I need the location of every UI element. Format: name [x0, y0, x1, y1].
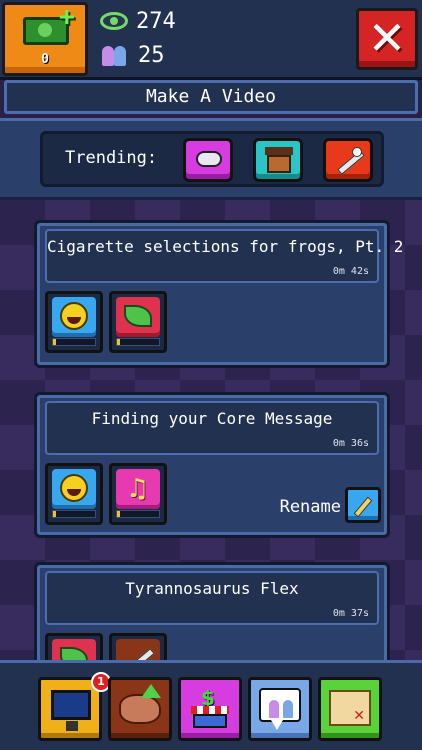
- category-comedy[interactable]: [45, 291, 103, 353]
- video-card[interactable]: Finding your Core Message 0m 36s ♫ Renam…: [34, 392, 390, 538]
- nav-computer-button[interactable]: 1: [38, 672, 111, 741]
- video-title: Finding your Core Message: [91, 409, 333, 428]
- leaf-icon: [124, 305, 152, 327]
- controller-icon: [196, 151, 222, 167]
- laughing-face-icon: [60, 302, 88, 330]
- map-icon: [329, 690, 371, 726]
- bottom-nav: 1 $: [0, 660, 422, 750]
- subscribers-icon: [100, 44, 130, 66]
- page-title: Make A Video: [4, 80, 418, 114]
- video-title: Cigarette selections for frogs, Pt. 2: [47, 237, 404, 256]
- trending-label: Trending:: [65, 148, 158, 168]
- brain-upgrade-icon: [119, 694, 161, 724]
- shop-icon: $: [191, 686, 229, 728]
- close-button[interactable]: ✕: [356, 8, 418, 70]
- money-count: 0: [41, 52, 49, 67]
- category-music[interactable]: ♫: [109, 463, 167, 525]
- house-icon: [265, 147, 293, 173]
- nav-map-button[interactable]: [318, 677, 382, 741]
- money-button[interactable]: + 0: [2, 2, 88, 76]
- top-bar: + 0 274 25 ✕: [0, 0, 422, 80]
- trending-section: Trending:: [0, 118, 422, 200]
- views-stat: 274: [100, 6, 176, 36]
- category-progress: [116, 510, 160, 518]
- trending-box: Trending:: [40, 131, 384, 187]
- subscribers-stat: 25: [100, 40, 165, 70]
- rename-button[interactable]: [345, 487, 381, 523]
- video-title-box[interactable]: Finding your Core Message 0m 36s: [45, 401, 379, 455]
- nav-shop-button[interactable]: $: [178, 677, 242, 741]
- trending-gaming-icon[interactable]: [183, 138, 233, 182]
- subscribers-count: 25: [138, 42, 165, 68]
- video-title: Tyrannosaurus Flex: [125, 579, 299, 598]
- music-note-icon: ♫: [126, 474, 150, 504]
- up-arrow-icon: [141, 684, 161, 698]
- nav-upgrade-button[interactable]: [108, 677, 172, 741]
- category-progress: [52, 338, 96, 346]
- pencil-icon: [353, 496, 373, 518]
- nav-chat-button[interactable]: [248, 677, 312, 741]
- computer-icon: [51, 690, 91, 731]
- video-title-box[interactable]: Cigarette selections for frogs, Pt. 2 0m…: [45, 229, 404, 283]
- close-icon: ✕: [367, 11, 407, 65]
- ball-icon: [352, 147, 362, 157]
- video-duration: 0m 36s: [332, 438, 369, 449]
- category-progress: [52, 510, 96, 518]
- category-comedy[interactable]: [45, 463, 103, 525]
- laughing-face-icon: [60, 474, 88, 502]
- rename-label[interactable]: Rename: [280, 497, 341, 517]
- plus-icon: +: [59, 2, 75, 32]
- category-nature[interactable]: [109, 291, 167, 353]
- trending-house-icon[interactable]: [253, 138, 303, 182]
- trending-sports-icon[interactable]: [323, 138, 373, 182]
- eye-icon: [100, 12, 128, 30]
- video-duration: 0m 42s: [332, 266, 369, 277]
- video-card[interactable]: Cigarette selections for frogs, Pt. 2 0m…: [34, 220, 404, 368]
- video-duration: 0m 37s: [332, 608, 369, 619]
- video-title-box[interactable]: Tyrannosaurus Flex 0m 37s: [45, 571, 379, 625]
- category-progress: [116, 338, 160, 346]
- chat-icon: [259, 688, 301, 730]
- views-count: 274: [136, 8, 176, 34]
